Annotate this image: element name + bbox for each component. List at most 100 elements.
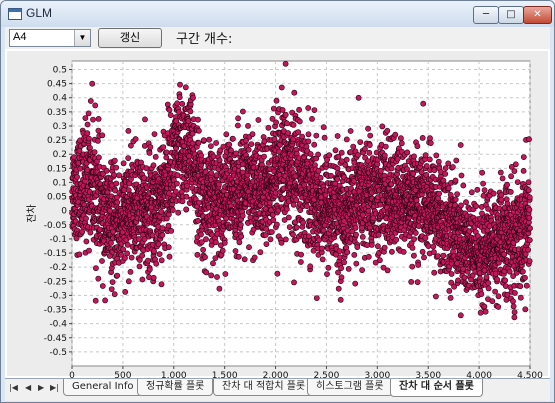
last-tab-nav-button[interactable]: ▶| [50,383,59,393]
scatter-point [113,180,120,187]
refresh-button[interactable]: 갱신 [98,28,162,48]
scatter-point [460,182,467,189]
scatter-point [207,143,214,149]
scatter-point [526,136,532,143]
scatter-point [282,60,289,67]
prev-tab-nav-button[interactable]: ◀ [25,383,31,393]
scatter-point [492,288,498,295]
scatter-point [355,152,361,158]
scatter-point [189,130,196,137]
x-tick-label: 3,500 [415,371,441,378]
scatter-point [177,81,183,88]
scatter-point [237,221,244,228]
scatter-point [90,116,96,123]
scatter-point [410,252,417,259]
y-tick-label: 0.15 [47,164,67,174]
scatter-point [446,287,453,294]
scatter-point [248,141,255,147]
scatter-point [283,206,290,212]
scatter-point [520,154,527,160]
scatter-point [82,115,89,121]
scatter-point [394,156,401,162]
tab-histogram-plot[interactable]: 히스토그램 플롯 [307,379,393,396]
scatter-point [353,231,359,238]
variable-select[interactable]: A4 ▼ [9,29,91,47]
scatter-point [404,149,411,156]
scatter-point [376,257,383,264]
scatter-point [440,252,447,259]
scatter-point [286,224,293,230]
scatter-point [445,160,452,167]
scatter-point [175,209,182,216]
scatter-point [419,248,426,255]
scatter-point [452,196,459,203]
scatter-point [352,280,359,287]
scatter-point [366,149,373,156]
scatter-point [187,108,194,115]
scatter-point [463,199,469,206]
scatter-point [278,84,285,91]
scatter-point [195,217,201,224]
next-tab-nav-button[interactable]: ▶ [38,383,44,393]
scatter-point [381,244,388,251]
scatter-point [477,309,484,316]
scatter-point [290,122,297,128]
tab-residual-vs-fit-plot[interactable]: 잔차 대 적합치 플롯 [213,379,315,396]
scatter-point [165,190,172,197]
scatter-point [124,241,131,248]
scatter-point [95,116,102,122]
scatter-point [267,236,274,243]
scatter-point [125,278,132,285]
scatter-point [381,152,388,159]
chevron-down-icon[interactable]: ▼ [74,30,90,46]
scatter-point [273,221,280,228]
scatter-point [316,237,322,243]
scatter-point [265,124,272,131]
scatter-point [338,149,345,156]
y-tick-label: 0.5 [53,65,67,75]
scatter-point [409,263,416,270]
maximize-button[interactable]: □ [498,6,524,24]
scatter-point [355,94,362,101]
scatter-point [87,229,94,236]
scatter-point [236,239,243,246]
scatter-point [458,202,464,209]
scatter-point [408,278,415,285]
scatter-point [499,175,506,182]
y-tick-label: 0.35 [47,108,67,118]
scatter-point [522,274,528,281]
scatter-point [174,100,181,107]
scatter-point [208,170,215,176]
tab-general-info[interactable]: General Info [63,379,143,396]
scatter-point [507,188,514,195]
scatter-point [307,151,314,157]
close-button[interactable]: ✕ [523,6,552,24]
scatter-point [159,225,166,232]
minimize-button[interactable]: ─ [473,6,499,24]
scatter-point [517,283,524,290]
app-icon [8,8,22,20]
scatter-point [359,224,365,231]
first-tab-nav-button[interactable]: |◀ [9,383,18,393]
scatter-point [335,285,342,292]
scatter-point [411,236,417,242]
scatter-point [511,314,518,321]
y-axis-label: 잔차 [26,204,38,222]
tab-residual-vs-order-plot[interactable]: 잔차 대 순서 플롯 [390,379,483,397]
app-window: GLM ─ □ ✕ A4 ▼ 갱신 구간 개수: 0.5 0.45 0.4 0.35 0… [0,0,555,403]
scatter-point [233,150,239,157]
scatter-point [419,135,426,141]
scatter-point [282,236,289,243]
scatter-point [307,263,314,270]
title-bar[interactable]: GLM ─ □ ✕ [1,1,554,27]
scatter-point [96,154,102,161]
scatter-point [83,238,90,245]
tab-normal-probability-plot[interactable]: 정규확률 플롯 [137,379,214,396]
scatter-point [296,118,303,125]
scatter-point [422,235,429,241]
scatter-point [498,196,505,203]
tab-bar: |◀ ◀ ▶ ▶| General Info 정규확률 플롯 잔차 대 적합치 … [5,378,550,401]
scatter-point [151,248,157,254]
scatter-point [156,251,163,257]
scatter-point [453,157,460,164]
